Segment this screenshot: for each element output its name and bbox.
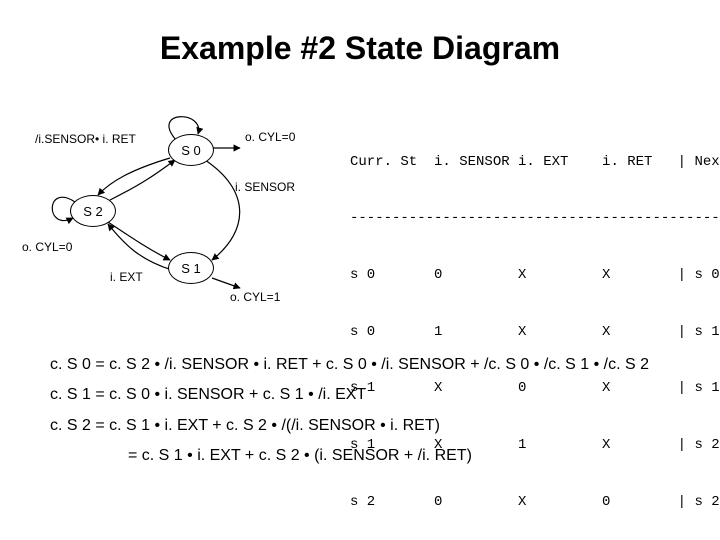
table-row: s 0 1 X X | s 1 xyxy=(350,323,720,342)
slide: Example #2 State Diagram xyxy=(0,0,720,540)
table-header: Curr. St i. SENSOR i. EXT i. RET | Next.… xyxy=(350,153,720,172)
edge-s2-self-label: o. CYL=0 xyxy=(22,240,72,254)
equations: c. S 0 = c. S 2 • /i. SENSOR • i. RET + … xyxy=(50,350,649,472)
edge-s1-s2-label: i. EXT xyxy=(110,270,143,284)
edge-s1-out-label: o. CYL=1 xyxy=(230,290,280,304)
page-title: Example #2 State Diagram xyxy=(0,30,720,67)
table-row: s 0 0 X X | s 0 xyxy=(350,266,720,285)
state-s2-label: S 2 xyxy=(83,204,103,219)
edge-s0-out-label: o. CYL=0 xyxy=(245,130,295,144)
state-s1: S 1 xyxy=(168,252,214,284)
truth-table: Curr. St i. SENSOR i. EXT i. RET | Next.… xyxy=(350,115,720,540)
state-s0: S 0 xyxy=(168,134,214,166)
edge-s0-s1-label: i. SENSOR xyxy=(235,180,295,194)
equation-cs2: c. S 2 = c. S 1 • i. EXT + c. S 2 • /(/i… xyxy=(50,411,649,441)
state-s0-label: S 0 xyxy=(181,143,201,158)
equation-cs0: c. S 0 = c. S 2 • /i. SENSOR • i. RET + … xyxy=(50,350,649,380)
equation-cs1: c. S 1 = c. S 0 • i. SENSOR + c. S 1 • /… xyxy=(50,380,649,410)
equation-cs2-alt: = c. S 1 • i. EXT + c. S 2 • (i. SENSOR … xyxy=(50,441,649,471)
table-row: s 2 0 X 0 | s 2 xyxy=(350,493,720,512)
state-s2: S 2 xyxy=(70,195,116,227)
state-diagram: S 0 S 2 S 1 /i.SENSOR• i. RET o. CYL=0 i… xyxy=(40,110,320,310)
table-divider: ----------------------------------------… xyxy=(350,209,720,228)
state-s1-label: S 1 xyxy=(181,261,201,276)
edge-s0-self-label: /i.SENSOR• i. RET xyxy=(35,132,136,146)
